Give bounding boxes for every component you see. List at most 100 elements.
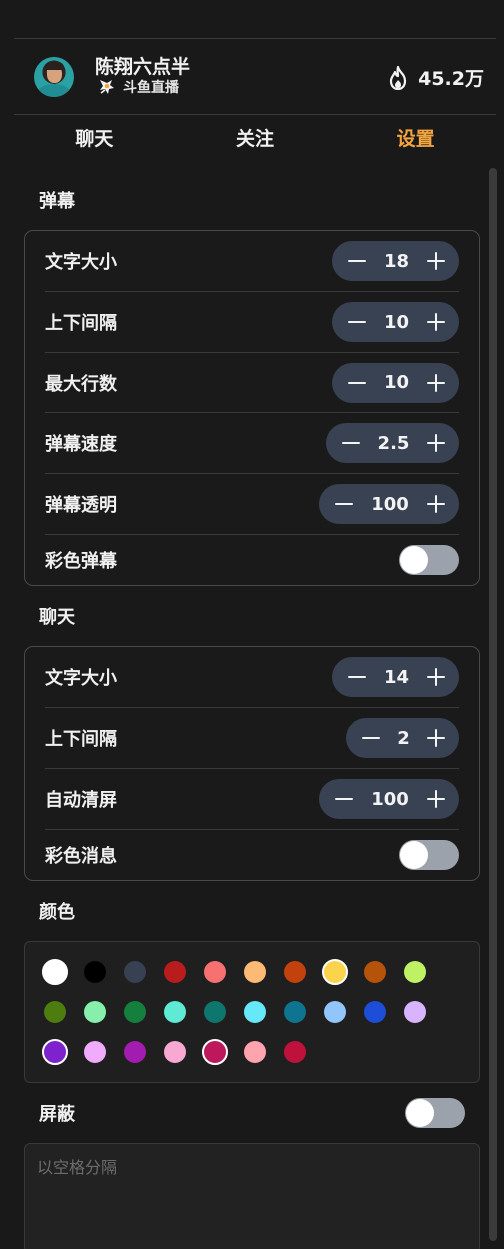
minus-icon[interactable]: [333, 788, 355, 810]
minus-icon[interactable]: [346, 250, 368, 272]
danmaku-max-lines-stepper: 10: [332, 362, 459, 403]
color-swatch[interactable]: [284, 961, 306, 983]
minus-icon[interactable]: [333, 493, 355, 515]
danmaku-line-spacing-value: 10: [383, 311, 410, 333]
danmaku-section-title: 弹幕: [39, 191, 75, 212]
color-swatch[interactable]: [42, 959, 68, 985]
color-swatch[interactable]: [164, 961, 186, 983]
color-swatch[interactable]: [244, 961, 266, 983]
chat-auto-clear-label: 自动清屏: [45, 790, 117, 811]
streamer-name: 陈翔六点半: [95, 56, 191, 78]
color-swatch[interactable]: [364, 961, 386, 983]
color-swatch[interactable]: [124, 1041, 146, 1063]
danmaku-line-spacing-label: 上下间隔: [45, 313, 117, 334]
color-swatch[interactable]: [124, 1001, 146, 1023]
color-swatch[interactable]: [44, 1001, 66, 1023]
color-swatch[interactable]: [404, 961, 426, 983]
heat-counter: 45.2万: [388, 64, 484, 91]
color-swatch[interactable]: [124, 961, 146, 983]
plus-icon[interactable]: [425, 311, 447, 333]
color-swatch[interactable]: [84, 961, 106, 983]
flame-icon: [390, 65, 407, 90]
platform-label: 斗鱼直播: [97, 77, 179, 97]
douyu-logo-icon: [100, 80, 114, 94]
tab-settings[interactable]: 设置: [335, 116, 496, 162]
chat-font-size-value: 14: [383, 666, 410, 688]
chat-auto-clear-row: 自动清屏 100: [45, 769, 459, 830]
block-toggle[interactable]: [405, 1098, 465, 1128]
danmaku-speed-row: 弹幕速度 2.5: [45, 413, 459, 474]
color-swatch[interactable]: [364, 1001, 386, 1023]
danmaku-colorful-toggle[interactable]: [399, 545, 459, 575]
plus-icon[interactable]: [425, 432, 447, 454]
chat-auto-clear-stepper: 100: [319, 779, 459, 819]
danmaku-speed-value: 2.5: [377, 432, 410, 454]
plus-icon[interactable]: [425, 372, 447, 394]
tab-bar: 聊天 关注 设置: [14, 116, 496, 162]
color-swatch[interactable]: [284, 1001, 306, 1023]
toggle-knob: [400, 546, 428, 574]
color-swatch[interactable]: [42, 1039, 68, 1065]
tab-follow[interactable]: 关注: [175, 116, 336, 162]
toggle-knob: [406, 1099, 434, 1127]
minus-icon[interactable]: [360, 727, 382, 749]
block-section-title: 屏蔽: [39, 1104, 75, 1125]
color-swatch[interactable]: [284, 1041, 306, 1063]
chat-section-title: 聊天: [39, 607, 75, 628]
chat-line-spacing-value: 2: [397, 727, 410, 749]
color-palette: [24, 941, 480, 1083]
chat-colorful-label: 彩色消息: [45, 846, 117, 867]
color-swatch[interactable]: [244, 1001, 266, 1023]
color-section-title: 颜色: [39, 902, 75, 923]
chat-colorful-toggle[interactable]: [399, 840, 459, 870]
plus-icon[interactable]: [425, 250, 447, 272]
color-swatch[interactable]: [202, 1039, 228, 1065]
toggle-knob: [400, 841, 428, 869]
plus-icon[interactable]: [425, 666, 447, 688]
color-swatch[interactable]: [204, 1001, 226, 1023]
danmaku-settings-card: 文字大小 18 上下间隔 10 最大行数 10 弹幕速度 2.5 弹幕透明 10…: [24, 230, 480, 586]
minus-icon[interactable]: [346, 372, 368, 394]
danmaku-line-spacing-stepper: 10: [332, 302, 459, 342]
danmaku-max-lines-value: 10: [383, 372, 410, 393]
plus-icon[interactable]: [425, 788, 447, 810]
plus-icon[interactable]: [425, 727, 447, 749]
danmaku-font-size-label: 文字大小: [45, 252, 117, 273]
color-swatch[interactable]: [84, 1001, 106, 1023]
chat-font-size-row: 文字大小 14: [45, 647, 459, 708]
tab-chat[interactable]: 聊天: [14, 116, 175, 162]
danmaku-font-size-stepper: 18: [332, 241, 459, 281]
chat-settings-card: 文字大小 14 上下间隔 2 自动清屏 100 彩色消息: [24, 646, 480, 881]
minus-icon[interactable]: [346, 666, 368, 688]
plus-icon[interactable]: [425, 493, 447, 515]
color-swatch[interactable]: [244, 1041, 266, 1063]
scrollbar[interactable]: [489, 168, 497, 1241]
color-swatch[interactable]: [324, 1001, 346, 1023]
chat-colorful-row: 彩色消息: [45, 830, 459, 880]
streamer-avatar[interactable]: [34, 57, 74, 97]
block-keywords-input[interactable]: [24, 1143, 480, 1249]
chat-auto-clear-value: 100: [371, 788, 409, 810]
streamer-header: 陈翔六点半 斗鱼直播 45.2万: [14, 39, 496, 115]
color-swatch[interactable]: [204, 961, 226, 983]
chat-line-spacing-stepper: 2: [346, 718, 459, 758]
danmaku-opacity-stepper: 100: [319, 484, 459, 524]
color-swatch[interactable]: [164, 1041, 186, 1063]
minus-icon[interactable]: [340, 432, 362, 454]
chat-line-spacing-row: 上下间隔 2: [45, 708, 459, 769]
color-swatch[interactable]: [404, 1001, 426, 1023]
danmaku-opacity-value: 100: [371, 493, 409, 515]
danmaku-max-lines-row: 最大行数 10: [45, 353, 459, 413]
heat-value: 45.2万: [418, 68, 484, 90]
danmaku-max-lines-label: 最大行数: [45, 373, 117, 395]
color-swatch[interactable]: [84, 1041, 106, 1063]
danmaku-line-spacing-row: 上下间隔 10: [45, 292, 459, 353]
danmaku-speed-label: 弹幕速度: [45, 434, 117, 455]
danmaku-opacity-row: 弹幕透明 100: [45, 474, 459, 535]
danmaku-speed-stepper: 2.5: [326, 423, 459, 463]
chat-line-spacing-label: 上下间隔: [45, 729, 117, 750]
color-swatch[interactable]: [322, 959, 348, 985]
minus-icon[interactable]: [346, 311, 368, 333]
color-swatch[interactable]: [164, 1001, 186, 1023]
chat-font-size-stepper: 14: [332, 657, 459, 697]
